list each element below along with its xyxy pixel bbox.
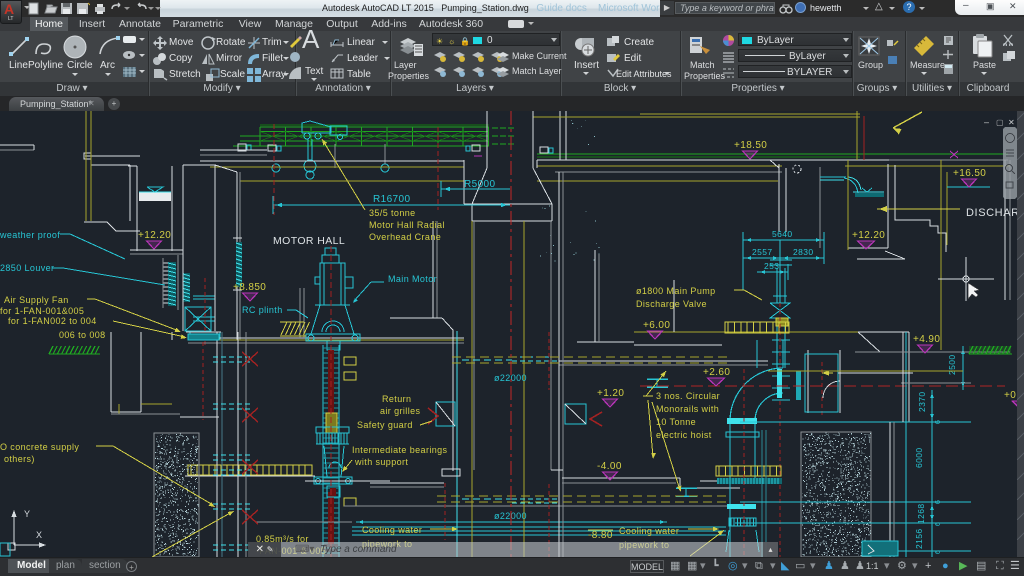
svg-text:electric hoist: electric hoist [656,430,712,440]
svg-text:weather proof: weather proof [0,230,60,240]
svg-text:2370: 2370 [917,391,927,412]
svg-text:+1.20: +1.20 [597,388,624,399]
svg-text:Overhead Crane: Overhead Crane [369,232,441,242]
svg-text:Air Supply Fan: Air Supply Fan [4,295,69,305]
svg-text:Main Motor: Main Motor [388,274,437,284]
svg-text:air grilles: air grilles [380,406,421,416]
svg-text:5640: 5640 [772,229,793,239]
svg-text:✕: ✕ [1008,118,1015,127]
svg-text:Cooling water: Cooling water [362,525,422,535]
svg-text:RC plinth: RC plinth [242,305,283,315]
svg-text:▢: ▢ [996,118,1004,127]
svg-text:+18.50: +18.50 [734,140,767,151]
svg-text:+12.20: +12.20 [138,230,171,241]
svg-text:Cooling water: Cooling water [619,526,679,536]
svg-text:ø1800 Main Pump: ø1800 Main Pump [636,286,716,296]
svg-text:with support: with support [354,457,408,467]
svg-text:2850 Louver: 2850 Louver [0,263,54,273]
svg-text:Return: Return [382,394,411,404]
svg-text:Monorails with: Monorails with [656,404,719,414]
svg-text:2557: 2557 [752,247,773,257]
svg-text:DISCHARG: DISCHARG [966,207,1024,219]
svg-text:‒: ‒ [984,117,989,127]
svg-text:6000: 6000 [914,447,924,468]
svg-text:6: 6 [935,550,942,554]
svg-text:2500: 2500 [947,354,957,375]
svg-text:6: 6 [935,522,942,526]
svg-text:2830: 2830 [793,247,814,257]
svg-text:MOTOR HALL: MOTOR HALL [273,235,345,247]
svg-text:Safety guard: Safety guard [357,420,413,430]
svg-text:+4.90: +4.90 [913,334,940,345]
svg-text:+8.850: +8.850 [233,282,266,293]
svg-text:O concrete supply: O concrete supply [0,442,79,452]
svg-text:R5000: R5000 [464,179,496,190]
svg-text:for 1-FAN-001&005: for 1-FAN-001&005 [0,306,84,316]
svg-text:1268: 1268 [916,503,926,524]
svg-text:for 1-FAN002 to 004: for 1-FAN002 to 004 [8,316,97,326]
svg-text:006 to 008: 006 to 008 [59,330,106,340]
svg-text:Discharge Valve: Discharge Valve [636,299,707,309]
svg-text:X: X [36,530,42,540]
svg-text:35/5 tonne: 35/5 tonne [369,208,416,218]
svg-text:R16700: R16700 [373,194,410,205]
svg-text:+16.50: +16.50 [953,168,986,179]
svg-text:10 Tonne: 10 Tonne [656,417,696,427]
svg-text:Y: Y [24,509,30,519]
svg-text:+6.00: +6.00 [643,320,670,331]
svg-text:ø22000: ø22000 [494,373,527,383]
svg-text:3 nos. Circular: 3 nos. Circular [656,391,720,401]
svg-text:+12.20: +12.20 [852,230,885,241]
svg-text:ø22000: ø22000 [494,511,527,521]
svg-text:253: 253 [764,261,779,271]
svg-text:2156: 2156 [914,528,924,549]
svg-text:+2.60: +2.60 [703,367,730,378]
svg-text:others): others) [4,454,35,464]
svg-text:Intermediate bearings: Intermediate bearings [352,445,448,455]
svg-text:Motor Hall Radial: Motor Hall Radial [369,220,445,230]
svg-text:-8.80: -8.80 [588,530,613,541]
svg-text:-4.00: -4.00 [597,461,622,472]
